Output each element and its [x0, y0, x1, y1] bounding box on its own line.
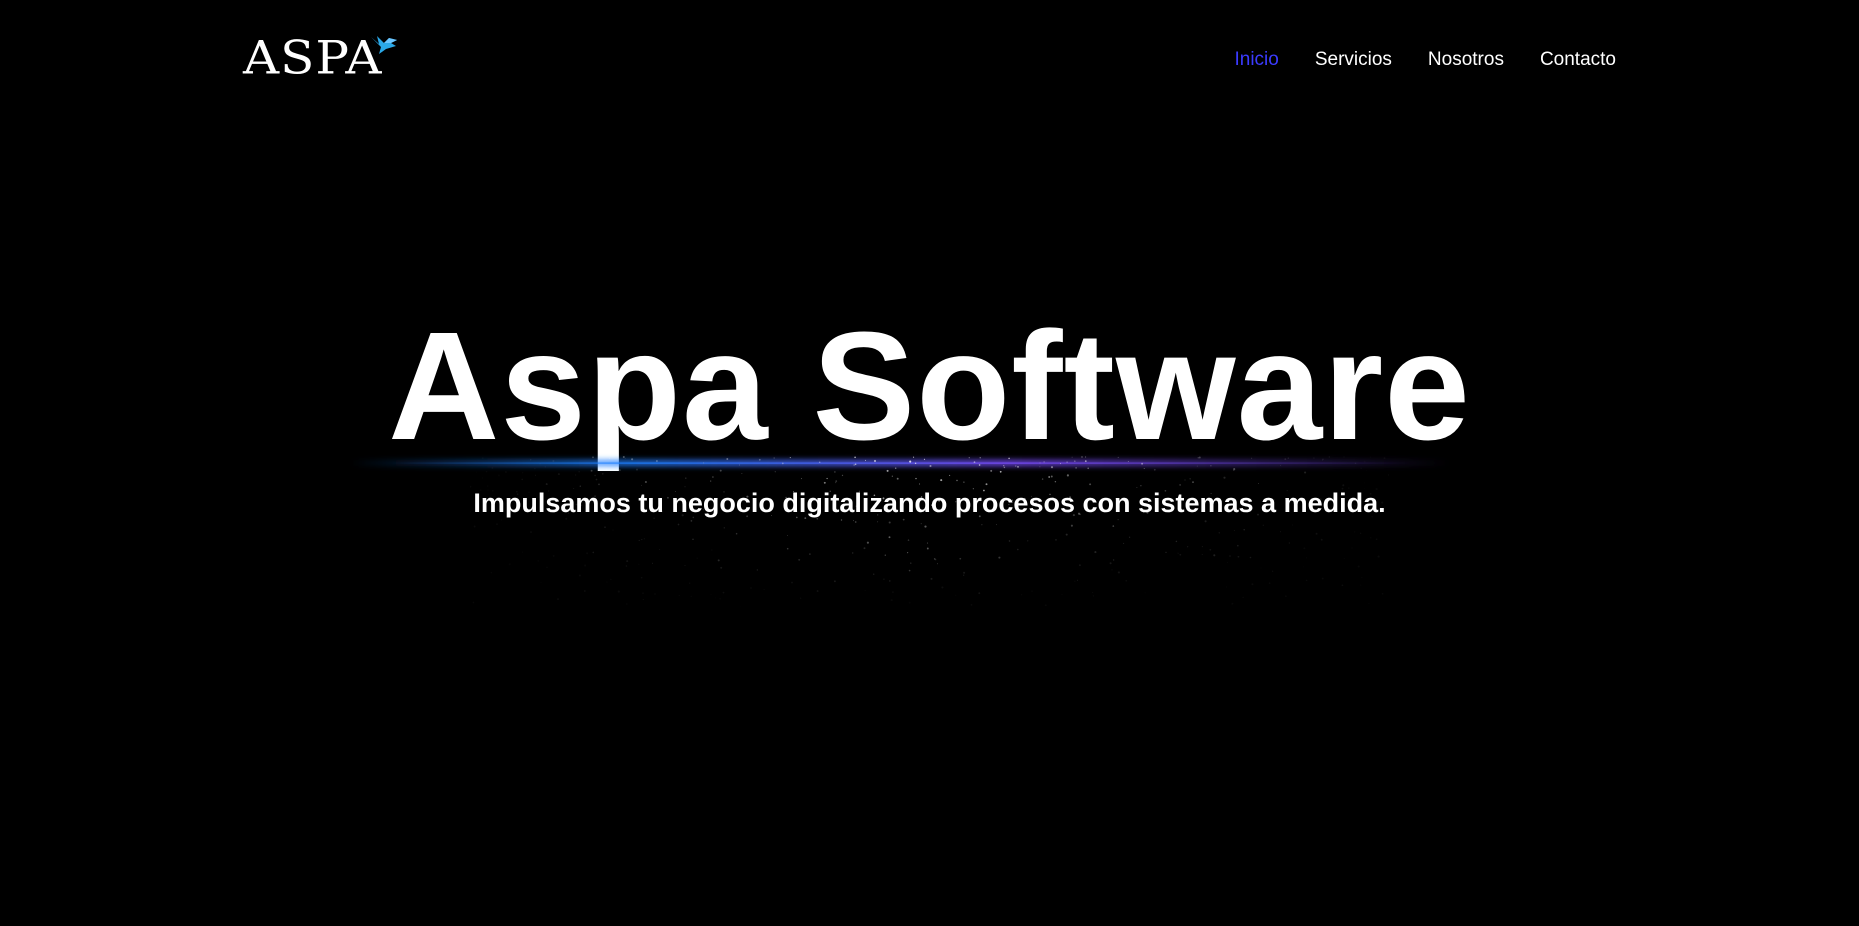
nav-item-servicios[interactable]: Servicios	[1315, 48, 1392, 72]
star-particles	[473, 456, 1386, 606]
hero-title: Aspa Software	[388, 300, 1471, 472]
bird-icon	[371, 36, 397, 54]
nav-item-contacto[interactable]: Contacto	[1540, 48, 1616, 72]
page: ASPA Inicio Servicios Nosotros Contacto	[0, 0, 1859, 926]
site-header: ASPA Inicio Servicios Nosotros Contacto	[0, 0, 1859, 120]
logo-wordmark: ASPA	[243, 31, 383, 85]
main-nav: Inicio Servicios Nosotros Contacto	[1234, 48, 1616, 72]
nav-item-inicio[interactable]: Inicio	[1234, 48, 1278, 72]
logo-link[interactable]: ASPA	[243, 30, 403, 88]
nav-item-nosotros[interactable]: Nosotros	[1428, 48, 1504, 72]
